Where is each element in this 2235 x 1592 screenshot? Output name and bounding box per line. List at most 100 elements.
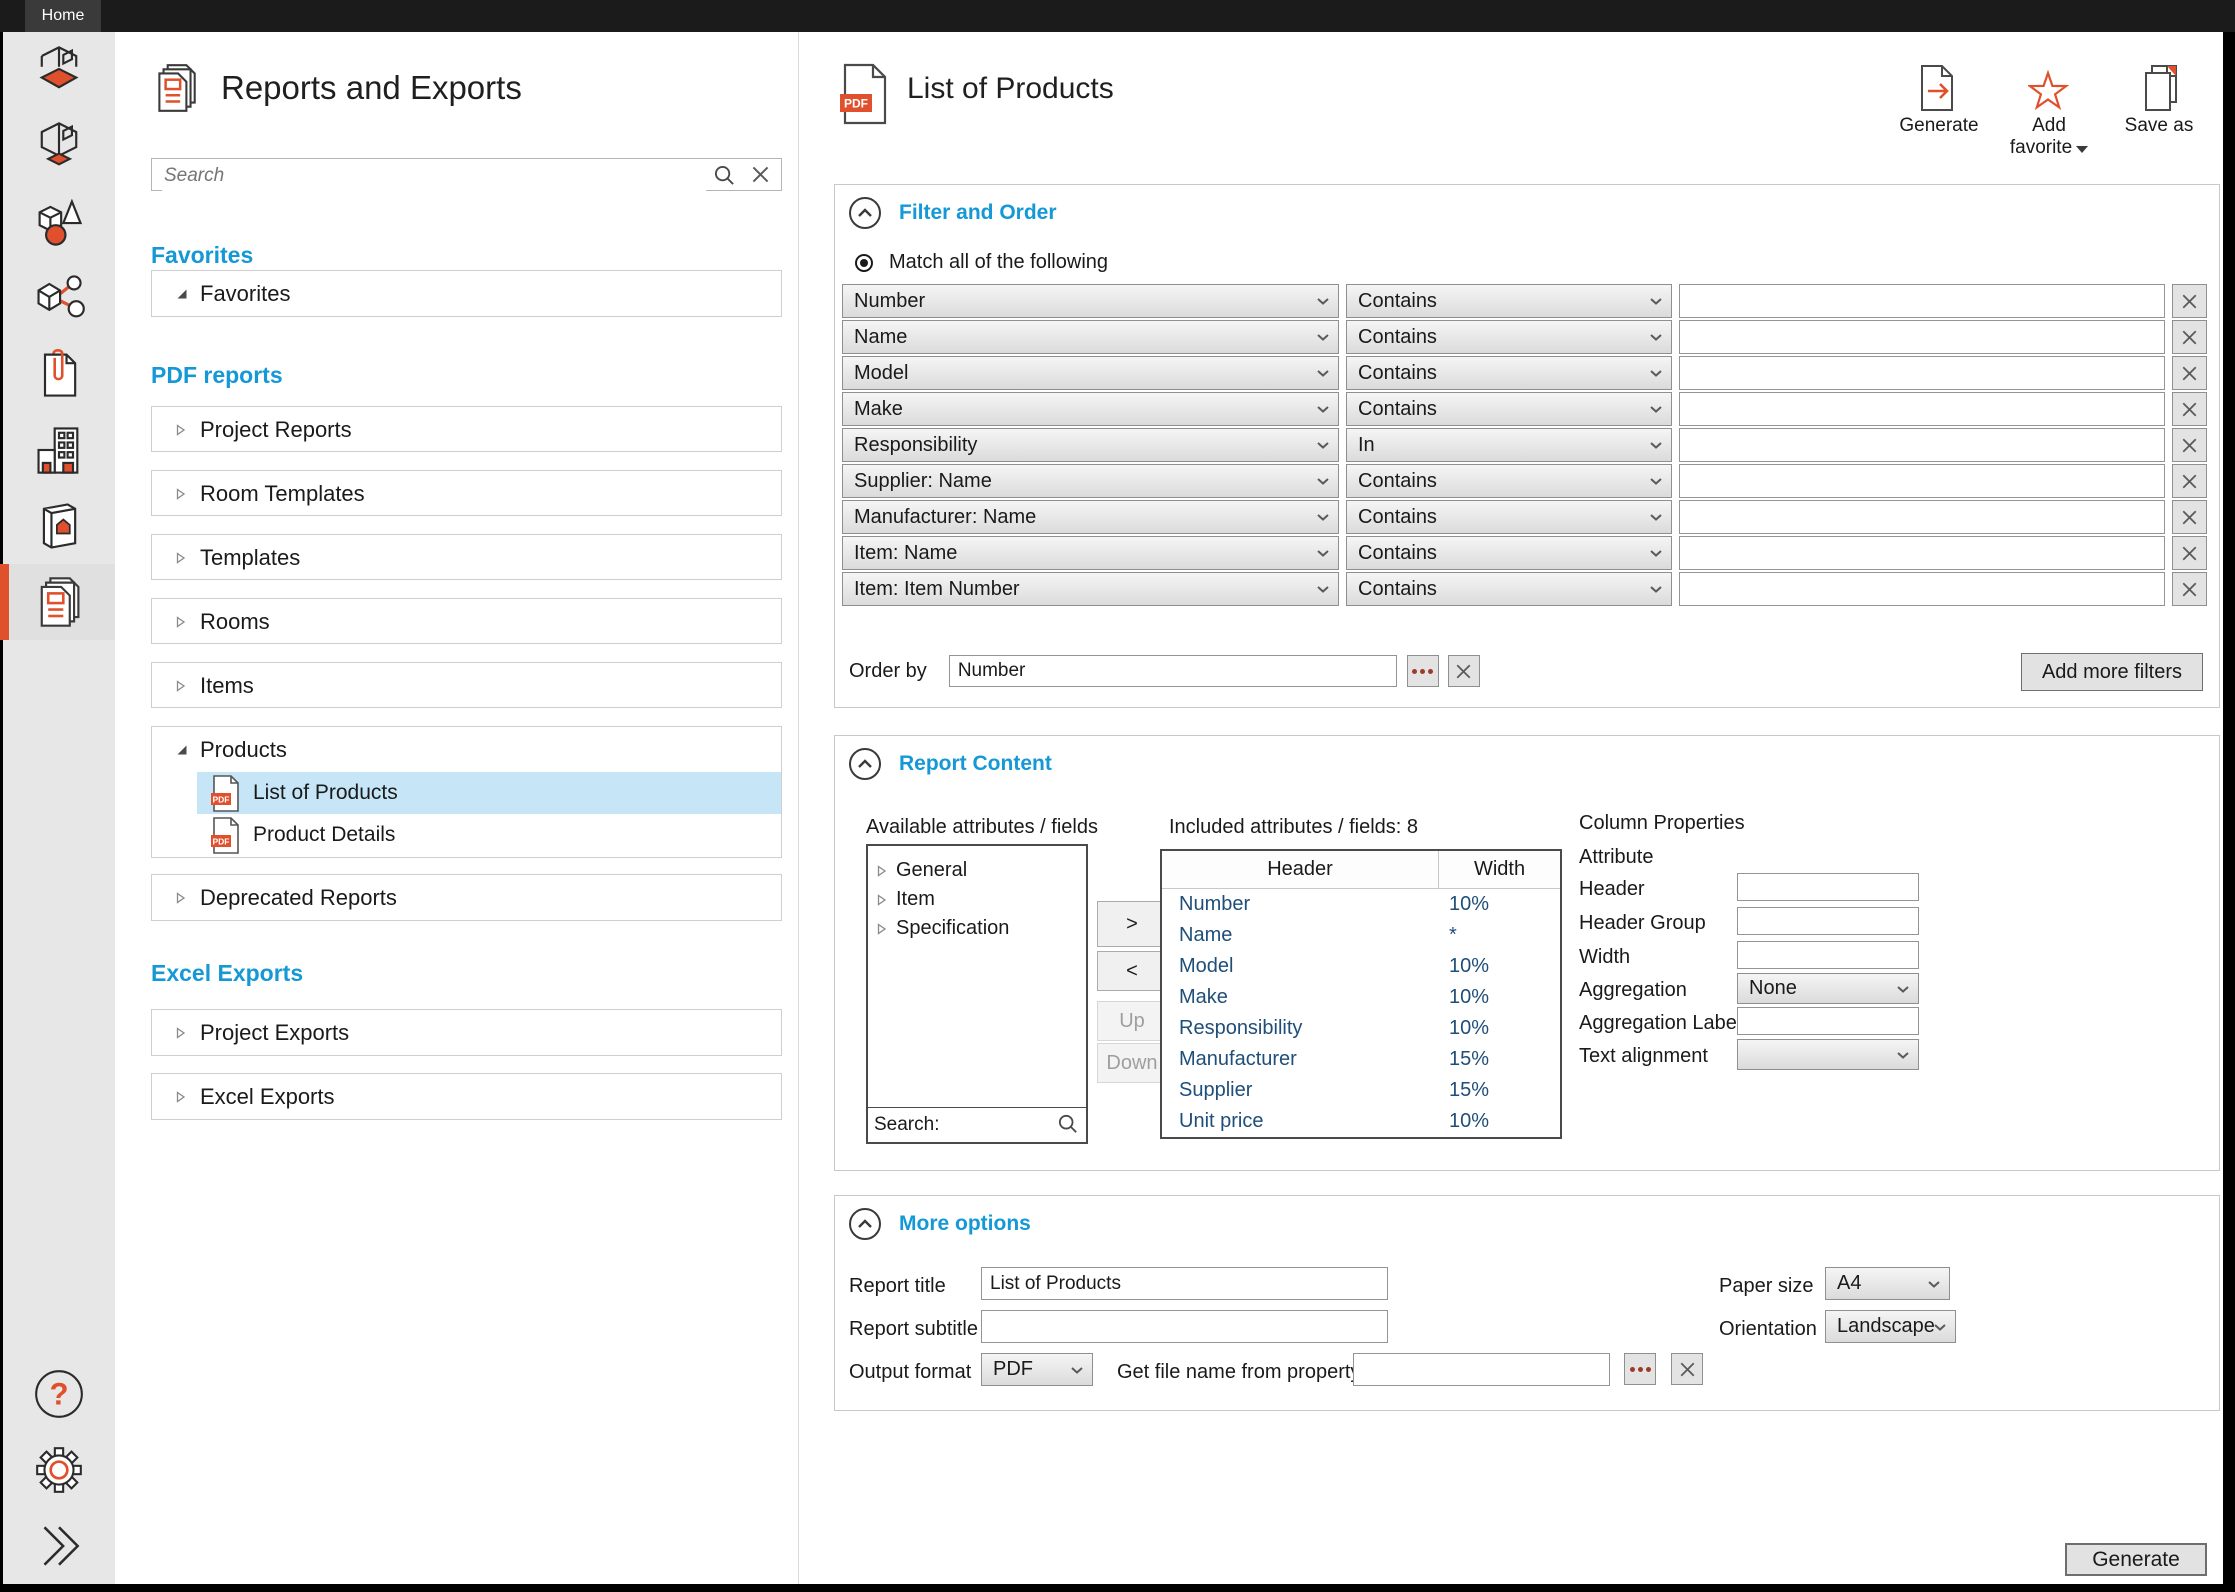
- filter-operator-select[interactable]: Contains: [1346, 500, 1672, 534]
- table-row[interactable]: Supplier15%: [1162, 1075, 1560, 1106]
- collapse-section-button[interactable]: [849, 748, 881, 780]
- filter-attribute-select[interactable]: Supplier: Name: [842, 464, 1339, 498]
- filter-value-input[interactable]: [1679, 572, 2165, 606]
- filter-operator-select[interactable]: Contains: [1346, 464, 1672, 498]
- sidebar-item-building[interactable]: [3, 412, 115, 488]
- filter-attribute-select[interactable]: Item: Name: [842, 536, 1339, 570]
- filter-clear-button[interactable]: [2172, 284, 2207, 318]
- sidebar-item-shapes[interactable]: [3, 184, 115, 260]
- tree-item-deprecated-reports[interactable]: Deprecated Reports: [152, 875, 781, 920]
- clear-search-icon[interactable]: [752, 166, 769, 183]
- tree-item-products[interactable]: Products: [152, 727, 781, 772]
- sidebar-item-cube-room-outline[interactable]: [3, 108, 115, 184]
- table-row[interactable]: Name*: [1162, 920, 1560, 951]
- report-title-input[interactable]: [981, 1267, 1388, 1300]
- filter-attribute-select[interactable]: Make: [842, 392, 1339, 426]
- move-right-button[interactable]: >: [1097, 901, 1167, 947]
- collapse-section-button[interactable]: [849, 197, 881, 229]
- sidebar-item-reports[interactable]: [3, 564, 115, 640]
- filter-attribute-select[interactable]: Item: Item Number: [842, 572, 1339, 606]
- report-subtitle-input[interactable]: [981, 1310, 1388, 1343]
- order-by-clear-button[interactable]: [1448, 655, 1480, 687]
- filter-clear-button[interactable]: [2172, 428, 2207, 462]
- sidebar-item-network[interactable]: [3, 260, 115, 336]
- generate-report-button[interactable]: Generate: [2065, 1543, 2207, 1576]
- sidebar-item-help[interactable]: ?: [3, 1356, 115, 1432]
- add-favorite-button[interactable]: Add favorite: [2001, 60, 2097, 159]
- tree-item-general[interactable]: General: [868, 856, 1086, 885]
- orientation-select[interactable]: Landscape: [1825, 1310, 1956, 1343]
- move-down-button[interactable]: Down: [1097, 1043, 1167, 1083]
- filter-value-input[interactable]: [1679, 284, 2165, 318]
- move-left-button[interactable]: <: [1097, 951, 1167, 991]
- filter-value-input[interactable]: [1679, 320, 2165, 354]
- filter-operator-select[interactable]: Contains: [1346, 284, 1672, 318]
- sidebar-item-expand[interactable]: [3, 1508, 115, 1584]
- table-row[interactable]: Model10%: [1162, 951, 1560, 982]
- file-name-property-input[interactable]: [1353, 1353, 1610, 1386]
- filter-value-input[interactable]: [1679, 392, 2165, 426]
- paper-size-select[interactable]: A4: [1825, 1267, 1950, 1300]
- filter-attribute-select[interactable]: Number: [842, 284, 1339, 318]
- filter-operator-select[interactable]: Contains: [1346, 536, 1672, 570]
- tree-item-excel-exports[interactable]: Excel Exports: [152, 1074, 781, 1119]
- filter-attribute-select[interactable]: Manufacturer: Name: [842, 500, 1339, 534]
- filter-attribute-select[interactable]: Name: [842, 320, 1339, 354]
- file-name-property-clear-button[interactable]: [1671, 1353, 1703, 1385]
- tree-item-list-of-products[interactable]: PDF List of Products: [197, 772, 781, 814]
- sidebar-item-book[interactable]: [3, 488, 115, 564]
- filter-operator-select[interactable]: Contains: [1346, 392, 1672, 426]
- filter-clear-button[interactable]: [2172, 392, 2207, 426]
- tree-item-specification[interactable]: Specification: [868, 914, 1086, 943]
- filter-clear-button[interactable]: [2172, 356, 2207, 390]
- sidebar-item-paperclip-document[interactable]: [3, 336, 115, 412]
- add-more-filters-button[interactable]: Add more filters: [2021, 653, 2203, 691]
- tree-item-item[interactable]: Item: [868, 885, 1086, 914]
- aggregation-select[interactable]: None: [1737, 973, 1919, 1004]
- move-up-button[interactable]: Up: [1097, 1001, 1167, 1041]
- filter-attribute-select[interactable]: Responsibility: [842, 428, 1339, 462]
- filter-attribute-select[interactable]: Model: [842, 356, 1339, 390]
- filter-operator-select[interactable]: Contains: [1346, 320, 1672, 354]
- save-as-button[interactable]: Save as: [2111, 60, 2207, 159]
- tree-item-templates[interactable]: Templates: [152, 535, 781, 580]
- file-name-property-more-button[interactable]: [1624, 1353, 1656, 1385]
- aggregation-label-input[interactable]: [1737, 1007, 1919, 1035]
- tree-item-favorites[interactable]: Favorites: [152, 271, 781, 316]
- tree-item-room-templates[interactable]: Room Templates: [152, 471, 781, 516]
- tree-item-project-exports[interactable]: Project Exports: [152, 1010, 781, 1055]
- order-by-more-button[interactable]: [1407, 655, 1439, 687]
- generate-button[interactable]: Generate: [1891, 60, 1987, 159]
- table-row[interactable]: Make10%: [1162, 982, 1560, 1013]
- header-input[interactable]: [1737, 873, 1919, 901]
- tree-item-items[interactable]: Items: [152, 663, 781, 708]
- tree-item-product-details[interactable]: PDF Product Details: [197, 814, 781, 856]
- table-row[interactable]: Responsibility10%: [1162, 1013, 1560, 1044]
- filter-value-input[interactable]: [1679, 500, 2165, 534]
- sidebar-item-settings[interactable]: [3, 1432, 115, 1508]
- output-format-select[interactable]: PDF: [981, 1353, 1093, 1386]
- filter-clear-button[interactable]: [2172, 500, 2207, 534]
- filter-value-input[interactable]: [1679, 536, 2165, 570]
- filter-operator-select[interactable]: In: [1346, 428, 1672, 462]
- header-group-input[interactable]: [1737, 907, 1919, 935]
- filter-value-input[interactable]: [1679, 356, 2165, 390]
- search-icon[interactable]: [1058, 1114, 1078, 1134]
- filter-clear-button[interactable]: [2172, 320, 2207, 354]
- tree-item-project-reports[interactable]: Project Reports: [152, 407, 781, 452]
- width-input[interactable]: [1737, 941, 1919, 969]
- table-row[interactable]: Manufacturer15%: [1162, 1044, 1560, 1075]
- sidebar-item-cube-room[interactable]: [3, 32, 115, 108]
- order-by-input[interactable]: [949, 655, 1397, 687]
- match-all-radio[interactable]: [855, 254, 873, 272]
- filter-value-input[interactable]: [1679, 464, 2165, 498]
- collapse-section-button[interactable]: [849, 1208, 881, 1240]
- text-alignment-select[interactable]: [1737, 1039, 1919, 1070]
- filter-operator-select[interactable]: Contains: [1346, 572, 1672, 606]
- filter-clear-button[interactable]: [2172, 464, 2207, 498]
- tree-item-rooms[interactable]: Rooms: [152, 599, 781, 644]
- search-icon[interactable]: [714, 165, 735, 186]
- filter-clear-button[interactable]: [2172, 572, 2207, 606]
- tab-home[interactable]: Home: [25, 0, 101, 32]
- filter-value-input[interactable]: [1679, 428, 2165, 462]
